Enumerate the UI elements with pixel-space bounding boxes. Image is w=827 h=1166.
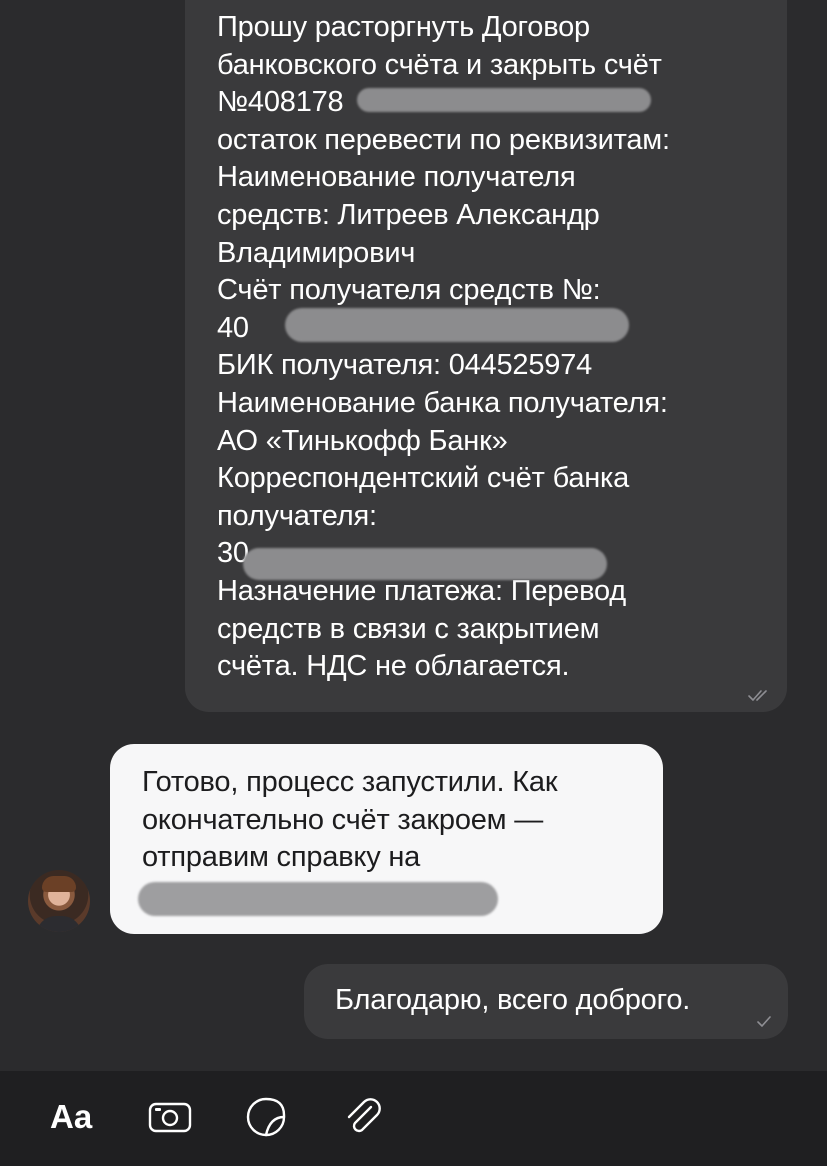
message-line: Наименование банка получателя: <box>217 386 668 419</box>
message-line: получателя: <box>217 499 377 532</box>
message-line: Благодарю, всего доброго. <box>335 984 691 1016</box>
redaction-mark <box>138 882 498 916</box>
message-line: средств: Литреев Александр <box>217 198 600 231</box>
camera-icon[interactable] <box>147 1095 193 1139</box>
message-line: Наименование получателя <box>217 161 576 194</box>
paperclip-icon[interactable] <box>340 1095 386 1139</box>
message-text: Готово, процесс запустили. Как окончател… <box>142 764 558 877</box>
message-line: банковского счёта и закрыть счёт <box>217 48 662 81</box>
avatar-hair <box>42 876 76 892</box>
user-avatar[interactable] <box>28 870 90 932</box>
composer-toolbar: Aa <box>0 1071 827 1166</box>
redaction-mark <box>243 548 607 580</box>
message-line: средств в связи с закрытием <box>217 612 600 645</box>
single-check-icon <box>752 1014 782 1028</box>
message-line: БИК получателя: 044525974 <box>217 349 593 382</box>
message-line: окончательно счёт закроем — <box>142 803 544 836</box>
incoming-message-bubble[interactable]: Готово, процесс запустили. Как окончател… <box>110 744 663 934</box>
sticker-icon[interactable] <box>243 1095 289 1139</box>
chat-thread: Прошу расторгнуть Договор банковского сч… <box>0 0 827 1071</box>
message-line: Корреспондентский счёт банка <box>217 462 630 495</box>
message-line: АО «Тинькофф Банк» <box>217 424 508 457</box>
outgoing-message-bubble[interactable]: Прошу расторгнуть Договор банковского сч… <box>185 0 787 712</box>
message-line: Прошу расторгнуть Договор <box>217 11 590 43</box>
redaction-mark <box>357 88 651 112</box>
avatar-shirt <box>36 916 82 932</box>
message-line: Владимирович <box>217 236 416 269</box>
message-line: счёта. НДС не облагается. <box>217 650 570 683</box>
message-line: Готово, процесс запустили. Как <box>142 766 558 798</box>
message-line: Счёт получателя средств №: <box>217 274 601 307</box>
redaction-mark <box>285 308 629 342</box>
message-text: Благодарю, всего доброго. <box>335 982 690 1020</box>
double-check-icon <box>747 688 777 702</box>
message-line: отправим справку на <box>142 841 421 874</box>
message-line: остаток перевести по реквизитам: <box>217 123 670 156</box>
outgoing-message-bubble[interactable]: Благодарю, всего доброго. <box>304 964 788 1039</box>
text-format-button[interactable]: Aa <box>50 1095 92 1139</box>
